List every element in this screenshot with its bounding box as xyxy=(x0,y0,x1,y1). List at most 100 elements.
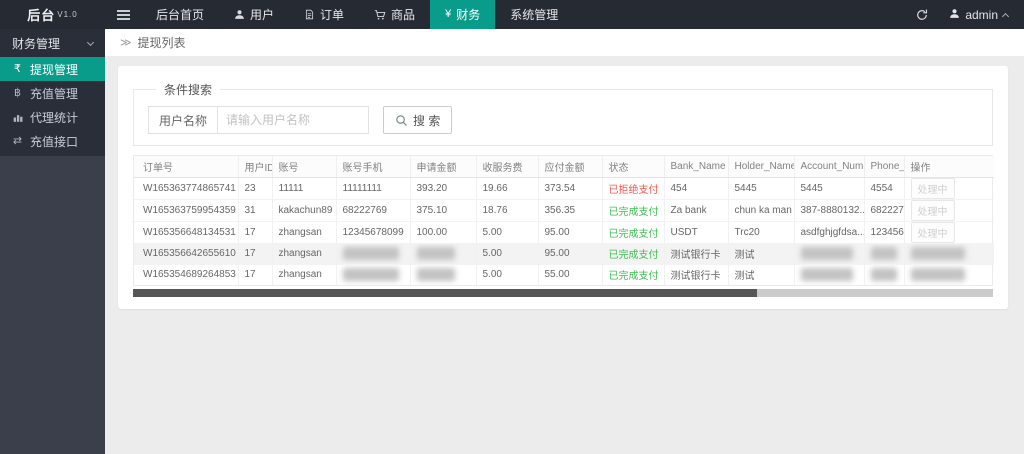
sidebar-item-3[interactable]: 代理统计 xyxy=(0,105,105,129)
sidebar-section-finance[interactable]: 财务管理 xyxy=(0,29,105,57)
redacted-blur xyxy=(417,268,455,281)
cell-user_id: 17 xyxy=(238,221,272,243)
cell-account_number: 387-8880132... xyxy=(794,199,864,221)
col-header-action: 操作 xyxy=(904,156,994,177)
col-header-account: 账号 xyxy=(272,156,336,177)
redacted-blur xyxy=(343,268,399,281)
finance-icon: ¥ xyxy=(445,9,451,20)
cell-payable: 95.00 xyxy=(538,243,602,264)
cell-holder_name: 5445 xyxy=(728,177,794,199)
cell-phone xyxy=(336,243,410,264)
sidebar-item-1[interactable]: ₹提现管理 xyxy=(0,57,105,81)
nav-tab-label: 订单 xyxy=(320,6,344,23)
sidebar-item-label: 充值管理 xyxy=(30,85,78,102)
sidebar-item-2[interactable]: ฿ 充值管理 xyxy=(0,81,105,105)
cell-account: 11111 xyxy=(272,177,336,199)
nav-tab-2[interactable]: 用户 xyxy=(219,0,289,29)
cell-payable: 373.54 xyxy=(538,177,602,199)
cell-holder_name: 测试 xyxy=(728,264,794,285)
topbar-right: admin xyxy=(903,0,1024,29)
order-icon xyxy=(304,9,315,20)
table-header-row: 订单号用户ID账号账号手机申请金额收服务费应付金额状态Bank_NameHold… xyxy=(134,156,994,177)
user-icon xyxy=(949,8,960,22)
table-row: W16536375995435931kakachun8968222769375.… xyxy=(134,199,994,221)
processing-button[interactable]: 处理中 xyxy=(911,178,955,199)
cell-action xyxy=(904,243,994,264)
sidebar-item-4[interactable]: ⇄充值接口 xyxy=(0,129,105,153)
chevron-up-icon xyxy=(1002,12,1009,19)
cell-phone_number xyxy=(864,243,904,264)
nav-tab-label: 系统管理 xyxy=(510,6,558,23)
processing-button[interactable]: 处理中 xyxy=(911,200,955,221)
nav-tab-4[interactable]: 商品 xyxy=(359,0,430,29)
breadcrumb: ≫ 提现列表 xyxy=(105,29,1024,57)
cell-phone: 12345678099 xyxy=(336,221,410,243)
chevron-down-icon xyxy=(87,38,94,45)
search-legend: 条件搜索 xyxy=(156,81,220,98)
cell-phone: 11111111 xyxy=(336,177,410,199)
app-logo: 后台 V1.0 xyxy=(0,0,105,29)
withdraw-list-card: 条件搜索 用户名称 搜 索 xyxy=(118,66,1008,309)
cell-user_id: 17 xyxy=(238,264,272,285)
cell-apply_amount: 393.20 xyxy=(410,177,476,199)
redacted-blur xyxy=(871,247,897,260)
cell-action: 处理中 xyxy=(904,177,994,199)
nav-tab-3[interactable]: 订单 xyxy=(289,0,359,29)
cell-payable: 95.00 xyxy=(538,221,602,243)
nav-tab-label: 财务 xyxy=(456,6,480,23)
username-input[interactable] xyxy=(217,106,369,134)
cell-status: 已完成支付 xyxy=(602,243,664,264)
main-area: ≫ 提现列表 条件搜索 用户名称 搜 xyxy=(105,29,1024,454)
cell-service_fee: 5.00 xyxy=(476,264,538,285)
cell-user_id: 23 xyxy=(238,177,272,199)
refresh-icon[interactable] xyxy=(903,0,941,29)
col-header-phone: 账号手机 xyxy=(336,156,410,177)
cell-holder_name: 测试 xyxy=(728,243,794,264)
col-header-phone_number: Phone_N xyxy=(864,156,904,177)
redacted-blur xyxy=(801,268,853,281)
col-header-account_number: Account_Num... xyxy=(794,156,864,177)
cell-service_fee: 5.00 xyxy=(476,243,538,264)
redacted-blur xyxy=(343,247,399,260)
cell-order_no: W165363774865741 xyxy=(134,177,238,199)
sidebar-section-label: 财务管理 xyxy=(12,35,60,52)
col-header-order_no: 订单号 xyxy=(134,156,238,177)
nav-tab-5[interactable]: ¥ 财务 xyxy=(430,0,495,29)
cell-holder_name: chun ka man xyxy=(728,199,794,221)
cell-apply_amount: 100.00 xyxy=(410,221,476,243)
cell-phone_number: 6822276 xyxy=(864,199,904,221)
cell-account: kakachun89 xyxy=(272,199,336,221)
table-row: W16535468926485317zhangsan5.0055.00已完成支付… xyxy=(134,264,994,285)
admin-username: admin xyxy=(965,8,998,22)
admin-dropdown[interactable]: admin xyxy=(941,0,1024,29)
nav-tab-6[interactable]: 系统管理 xyxy=(495,0,573,29)
cell-phone xyxy=(336,264,410,285)
cell-bank_name: USDT xyxy=(664,221,728,243)
cell-status: 已完成支付 xyxy=(602,264,664,285)
cell-status: 已完成支付 xyxy=(602,221,664,243)
cell-order_no: W165356648134531 xyxy=(134,221,238,243)
nav-tab-1[interactable]: 后台首页 xyxy=(141,0,219,29)
search-fieldset: 条件搜索 用户名称 搜 索 xyxy=(133,81,993,146)
topbar: 后台 V1.0 后台首页用户 订单 商品 ¥ 财务 系统管理 admin xyxy=(0,0,1024,29)
horizontal-scrollbar-track xyxy=(133,289,993,297)
breadcrumb-icon: ≫ xyxy=(120,36,132,49)
search-button[interactable]: 搜 索 xyxy=(383,106,452,134)
cell-account: zhangsan xyxy=(272,243,336,264)
cell-status: 已完成支付 xyxy=(602,199,664,221)
recharge-icon: ฿ xyxy=(11,88,24,99)
app-title: 后台 xyxy=(27,5,55,24)
cell-phone_number: 4554 xyxy=(864,177,904,199)
topbar-nav: 后台首页用户 订单 商品 ¥ 财务 系统管理 xyxy=(141,0,573,29)
redacted-blur xyxy=(871,268,897,281)
nav-tab-label: 商品 xyxy=(391,6,415,23)
horizontal-scrollbar-thumb[interactable] xyxy=(133,289,757,297)
processing-button[interactable]: 处理中 xyxy=(911,222,955,243)
goods-icon xyxy=(374,9,386,21)
redacted-blur xyxy=(911,268,965,281)
search-button-label: 搜 索 xyxy=(413,112,440,129)
cell-bank_name: 测试银行卡 xyxy=(664,264,728,285)
cell-apply_amount xyxy=(410,243,476,264)
menu-collapse-icon[interactable] xyxy=(105,0,141,29)
col-header-payable: 应付金额 xyxy=(538,156,602,177)
